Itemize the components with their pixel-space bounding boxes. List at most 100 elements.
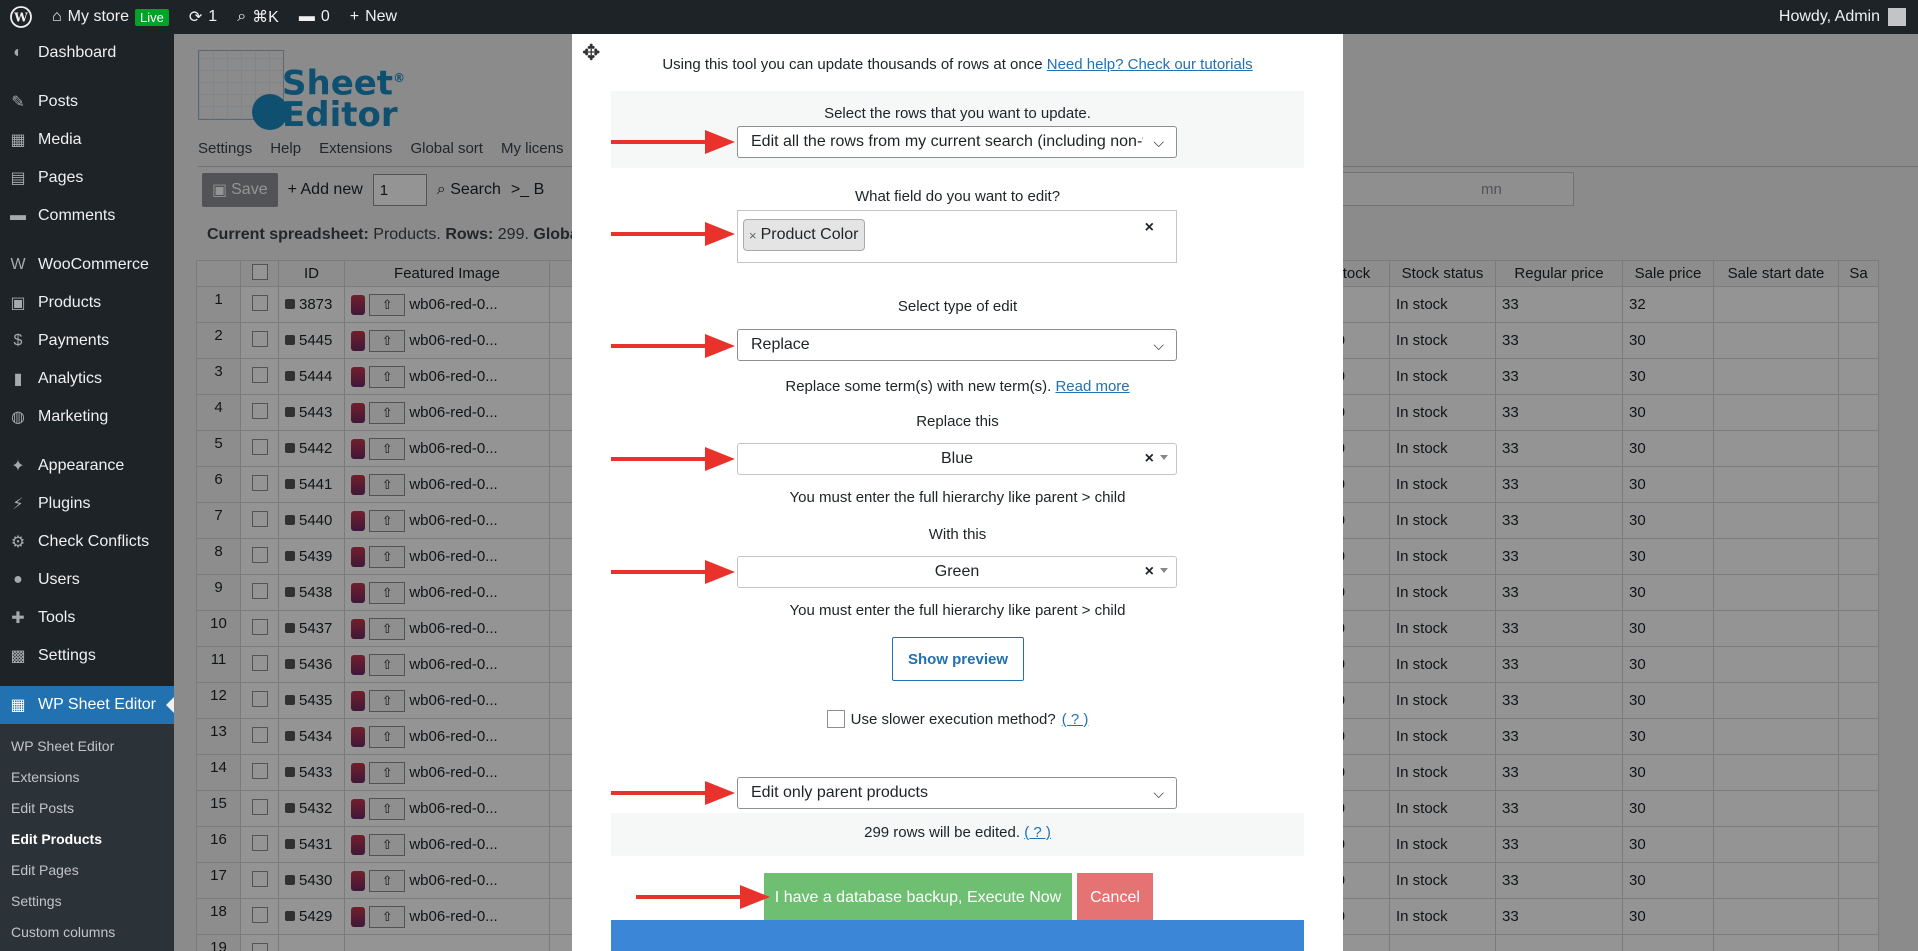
type-label: Select type of edit xyxy=(897,298,1018,315)
comment-icon: ▬ xyxy=(298,8,315,25)
field-select[interactable]: × Product Color × xyxy=(737,210,1177,263)
bulk-edit-modal: ✥ Using this tool you can update thousan… xyxy=(572,34,1343,951)
submenu-item-extensions[interactable]: Extensions xyxy=(0,761,174,792)
sidebar-item-analytics[interactable]: ▮ Analytics xyxy=(0,360,174,398)
remove-tag-icon[interactable]: × xyxy=(749,228,757,243)
sidebar-item-woocommerce[interactable]: W WooCommerce xyxy=(0,246,174,284)
rows-count: 299 rows will be edited. ( ? ) xyxy=(864,824,1051,841)
new-content-link[interactable]: + New xyxy=(340,0,407,34)
appearance-icon: ✦ xyxy=(11,458,25,475)
replace-label: Replace this xyxy=(916,413,999,430)
field-label: What field do you want to edit? xyxy=(854,188,1061,205)
clear-field-icon[interactable]: × xyxy=(1145,219,1154,237)
chevron-down-icon: ⌵ xyxy=(1153,337,1164,353)
replace-this-select[interactable]: Blue × xyxy=(737,443,1177,475)
rows-label: Select the rows that you want to update. xyxy=(824,105,1091,122)
updates-link[interactable]: ⟳ 1 xyxy=(179,0,227,34)
pin-icon: ✎ xyxy=(11,94,25,111)
admin-sidebar: ◐ Dashboard ✎ Posts ▦ Media ▤ Pages ▬ Comments W Wo… xyxy=(0,34,174,951)
with-hint: You must enter the full hierarchy like p… xyxy=(789,602,1126,619)
live-badge: Live xyxy=(135,8,169,26)
cancel-button[interactable]: Cancel xyxy=(1077,873,1153,923)
sidebar-item-marketing[interactable]: ◍ Marketing xyxy=(0,398,174,436)
command-search[interactable]: ⌕ ⌘K xyxy=(227,0,289,34)
type-help: Replace some term(s) with new term(s). R… xyxy=(785,378,1130,395)
slower-help-link[interactable]: ( ? ) xyxy=(1062,711,1089,728)
submenu-item-edit-posts[interactable]: Edit Posts xyxy=(0,792,174,823)
home-icon: ⌂ xyxy=(52,8,62,25)
show-preview-button[interactable]: Show preview xyxy=(892,637,1024,681)
account-menu[interactable]: Howdy, Admin xyxy=(1779,8,1918,26)
clear-replace-icon[interactable]: × xyxy=(1145,450,1154,468)
wordpress-logo-icon[interactable]: W xyxy=(0,0,42,34)
submenu-item-custom-columns[interactable]: Custom columns xyxy=(0,916,174,947)
submenu-item-edit-pages[interactable]: Edit Pages xyxy=(0,854,174,885)
sidebar-item-label: Users xyxy=(38,571,80,588)
slower-execution-checkbox[interactable] xyxy=(826,710,845,728)
sidebar-item-tools[interactable]: ✚ Tools xyxy=(0,599,174,637)
tutorials-link[interactable]: Need help? Check our tutorials xyxy=(1047,56,1253,73)
sidebar-item-label: Products xyxy=(38,294,102,311)
woocommerce-icon: W xyxy=(10,256,26,273)
with-label: With this xyxy=(928,526,987,543)
sidebar-item-products[interactable]: ▣ Products xyxy=(0,284,174,322)
updates-count: 1 xyxy=(208,8,218,25)
comments-count: 0 xyxy=(320,8,330,25)
sidebar-item-payments[interactable]: $ Payments xyxy=(0,322,174,360)
site-name-link[interactable]: ⌂ My store Live xyxy=(42,0,179,34)
menu-separator xyxy=(0,675,174,686)
product-scope-select[interactable]: Edit only parent products ⌵ xyxy=(737,777,1177,809)
submenu-item-wp-sheet-editor[interactable]: WP Sheet Editor xyxy=(0,730,174,761)
sidebar-item-label: Analytics xyxy=(38,370,103,387)
red-arrow-icon xyxy=(611,222,735,246)
red-arrow-icon xyxy=(611,334,735,358)
edit-type-select[interactable]: Replace ⌵ xyxy=(737,329,1177,361)
sidebar-item-posts[interactable]: ✎ Posts xyxy=(0,83,174,121)
users-icon: ● xyxy=(13,571,23,588)
dashboard-icon: ◐ xyxy=(13,44,23,61)
with-this-select[interactable]: Green × xyxy=(737,556,1177,588)
menu-separator xyxy=(0,72,174,83)
sidebar-item-label: Appearance xyxy=(38,457,125,474)
execute-now-button[interactable]: I have a database backup, Execute Now xyxy=(764,873,1072,923)
read-more-link[interactable]: Read more xyxy=(1055,378,1129,395)
sidebar-item-label: Dashboard xyxy=(38,44,117,61)
red-arrow-icon xyxy=(611,447,735,471)
tools-icon: ✚ xyxy=(11,610,25,627)
search-shortcut: ⌘K xyxy=(252,9,279,26)
svg-text:W: W xyxy=(13,11,28,25)
slower-execution-row: Use slower execution method? ( ? ) xyxy=(572,710,1343,728)
comments-icon: ▬ xyxy=(10,207,26,224)
sidebar-item-label: Tools xyxy=(38,609,76,626)
sidebar-item-plugins[interactable]: ⚡ Plugins xyxy=(0,485,174,523)
red-arrow-icon xyxy=(611,781,735,805)
plus-icon: + xyxy=(349,8,360,25)
rows-select[interactable]: Edit all the rows from my current search… xyxy=(737,126,1177,158)
sidebar-item-check-conflicts[interactable]: ⚙ Check Conflicts xyxy=(0,523,174,561)
greeting: Howdy, Admin xyxy=(1778,8,1880,25)
sheet-editor-submenu: WP Sheet Editor Extensions Edit Posts Edit … xyxy=(0,724,174,951)
sidebar-item-media[interactable]: ▦ Media xyxy=(0,121,174,159)
refresh-icon: ⟳ xyxy=(188,9,203,26)
submenu-item-settings[interactable]: Settings xyxy=(0,885,174,916)
red-arrow-icon xyxy=(636,885,770,909)
sidebar-item-appearance[interactable]: ✦ Appearance xyxy=(0,447,174,485)
count-help-link[interactable]: ( ? ) xyxy=(1024,824,1051,841)
sidebar-item-label: Posts xyxy=(38,93,79,110)
new-label: New xyxy=(365,8,398,25)
sidebar-item-users[interactable]: ● Users xyxy=(0,561,174,599)
comments-link[interactable]: ▬ 0 xyxy=(289,0,340,34)
sidebar-item-dashboard[interactable]: ◐ Dashboard xyxy=(0,34,174,72)
sidebar-item-settings[interactable]: ▩ Settings xyxy=(0,637,174,675)
modal-intro: Using this tool you can update thousands… xyxy=(662,56,1253,73)
clear-with-icon[interactable]: × xyxy=(1145,563,1154,581)
sidebar-item-label: Pages xyxy=(38,169,84,186)
sidebar-item-comments[interactable]: ▬ Comments xyxy=(0,197,174,235)
red-arrow-icon xyxy=(611,130,735,154)
admin-menu: ◐ Dashboard ✎ Posts ▦ Media ▤ Pages ▬ Comments W Wo… xyxy=(0,34,174,951)
avatar xyxy=(1888,8,1906,26)
sidebar-item-wp-sheet-editor[interactable]: ▦ WP Sheet Editor xyxy=(0,686,174,724)
dropdown-arrow-icon xyxy=(1160,568,1168,573)
submenu-item-edit-products[interactable]: Edit Products xyxy=(0,823,174,854)
sidebar-item-pages[interactable]: ▤ Pages xyxy=(0,159,174,197)
